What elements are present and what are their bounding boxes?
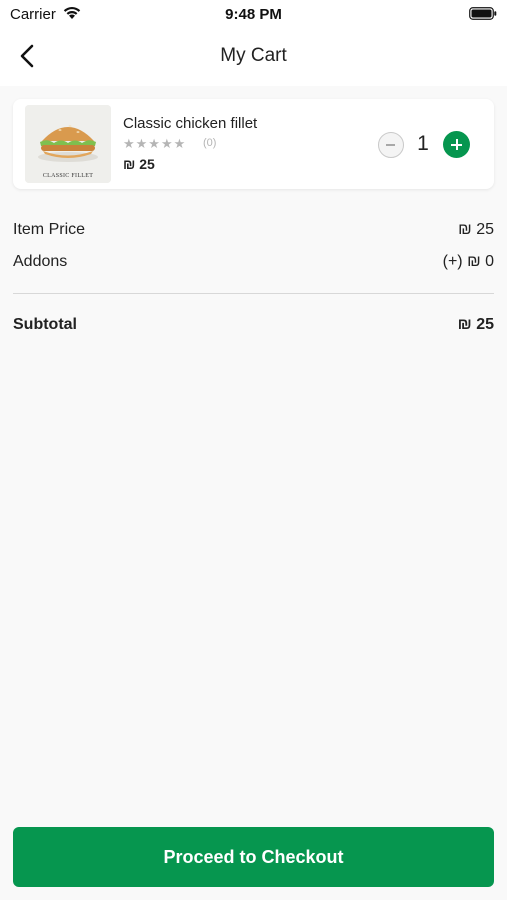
battery-icon <box>469 7 497 20</box>
addons-value: (+) ₪ 0 <box>442 253 494 270</box>
decrease-quantity-button[interactable] <box>378 132 404 158</box>
item-price: ₪ 25 <box>123 156 155 172</box>
burger-icon <box>25 105 111 183</box>
item-price-label: Item Price <box>13 221 86 238</box>
cart-item-card: CLASSIC FILLET Classic chicken fillet ★★… <box>13 99 494 189</box>
page-title: My Cart <box>220 45 287 66</box>
subtotal-value: ₪ 25 <box>457 316 494 333</box>
proceed-to-checkout-button[interactable]: Proceed to Checkout <box>13 827 494 887</box>
item-price-value: ₪ 25 <box>458 221 494 238</box>
nav-bar: My Cart <box>0 28 507 86</box>
quantity-value: 1 <box>417 132 429 155</box>
star-rating-icon: ★★★★★ <box>123 136 187 151</box>
increase-quantity-button[interactable] <box>443 131 470 158</box>
summary-divider <box>13 293 494 294</box>
addons-label: Addons <box>13 253 68 270</box>
cart-screen: Carrier 9:48 PM My Cart CLASSIC FILLET C… <box>0 0 507 900</box>
status-time: 9:48 PM <box>225 6 282 23</box>
rating-count: (0) <box>203 137 217 149</box>
item-name: Classic chicken fillet <box>123 115 258 132</box>
item-image-caption: CLASSIC FILLET <box>42 173 94 179</box>
item-image: CLASSIC FILLET <box>25 105 111 183</box>
subtotal-label: Subtotal <box>13 316 77 333</box>
status-bar: Carrier 9:48 PM <box>0 0 507 28</box>
